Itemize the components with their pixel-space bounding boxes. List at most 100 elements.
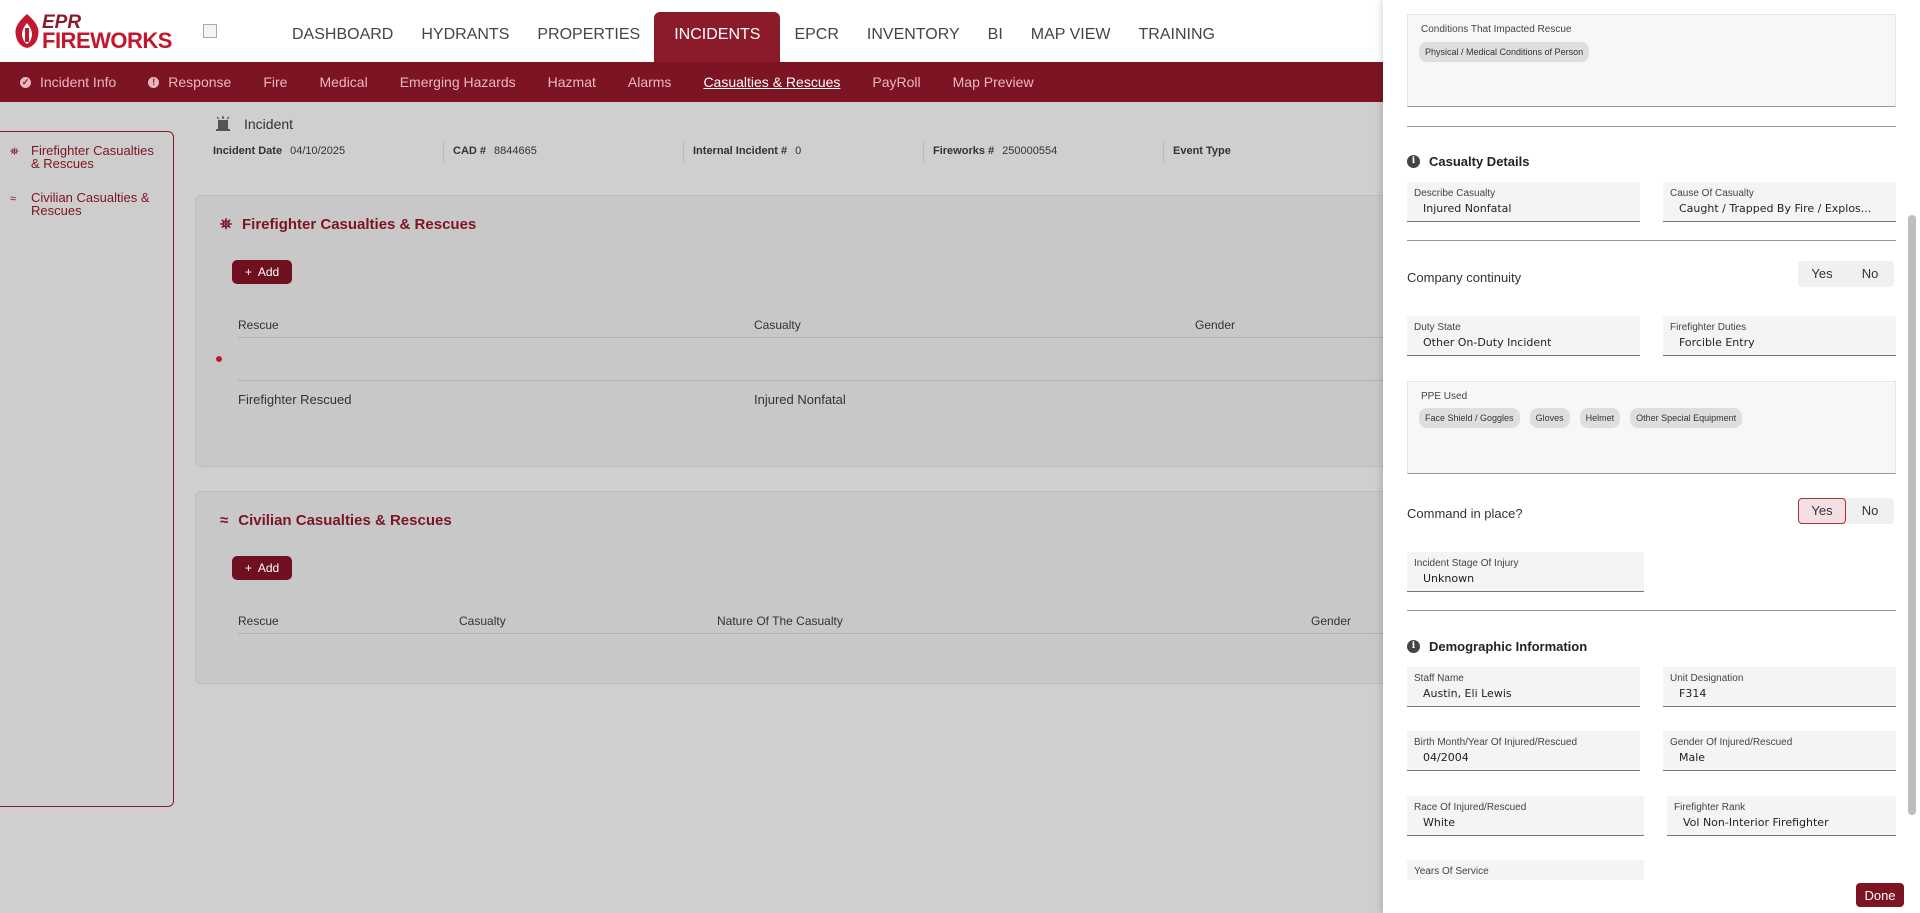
duty-state-select[interactable]: Duty State Other On-Duty Incident [1407,316,1640,356]
company-continuity-toggle: Yes No [1798,261,1894,287]
subnav-incident-info[interactable]: ✓ Incident Info [20,74,116,90]
card-title: ⛯ Firefighter Casualties & Rescues [220,216,476,233]
tag-chip[interactable]: Other Special Equipment [1630,408,1743,428]
unit-designation-select[interactable]: Unit Designation F314 [1663,667,1896,707]
divider [923,142,924,164]
section-divider [1407,240,1896,241]
add-button-label: Add [257,265,280,279]
done-button[interactable]: Done [1856,883,1904,907]
field-value: 04/2004 [1423,751,1469,764]
company-continuity-no[interactable]: No [1846,261,1894,287]
subnav-alarms[interactable]: Alarms [628,74,672,90]
subnav-payroll[interactable]: PayRoll [872,74,920,90]
section-title-text: Demographic Information [1429,639,1588,654]
demographic-information-heading: i Demographic Information [1407,639,1587,654]
company-continuity-label: Company continuity [1407,270,1522,285]
nav-bi[interactable]: BI [974,12,1017,62]
card-title-text: Firefighter Casualties & Rescues [242,216,477,233]
drawer-scrollbar[interactable] [1908,215,1916,815]
sidebar-item-label: Firefighter Casualties & Rescues [31,144,154,170]
subnav-casualties-rescues[interactable]: Casualties & Rescues [703,74,840,90]
company-continuity-yes[interactable]: Yes [1798,261,1846,287]
add-firefighter-casualty-button[interactable]: + Add [232,260,292,284]
firefighter-rank-select[interactable]: Firefighter Rank Vol Non-Interior Firefi… [1667,796,1896,836]
table-row[interactable]: Firefighter Rescued Injured Nonfatal [238,389,1418,413]
info-icon: i [1407,640,1420,653]
add-civilian-casualty-button[interactable]: + Add [232,556,292,580]
tag-list: Physical / Medical Conditions of Person [1419,42,1599,62]
subnav-medical[interactable]: Medical [319,74,367,90]
birth-month-year-input[interactable]: Birth Month/Year Of Injured/Rescued 04/2… [1407,731,1640,771]
field-value: Austin, Eli Lewis [1423,687,1512,700]
nav-epcr[interactable]: EPCR [780,12,852,62]
field-value: F314 [1679,687,1707,700]
tag-chip[interactable]: Physical / Medical Conditions of Person [1419,42,1590,62]
swimmer-icon: ≈ [10,193,17,205]
plus-icon: + [244,265,252,279]
tag-chip[interactable]: Face Shield / Goggles [1419,408,1520,428]
nav-map-view[interactable]: MAP VIEW [1017,12,1125,62]
section-divider [1407,126,1896,127]
nav-hydrants[interactable]: HYDRANTS [407,12,523,62]
firefighter-duties-select[interactable]: Firefighter Duties Forcible Entry [1663,316,1896,356]
field-label: Describe Casualty [1414,188,1496,199]
describe-casualty-select[interactable]: Describe Casualty Injured Nonfatal [1407,182,1640,222]
column-rescue: Rescue [238,614,279,628]
column-casualty: Casualty [459,614,506,628]
card-title-text: Civilian Casualties & Rescues [238,512,452,529]
card-title: ≈ Civilian Casualties & Rescues [220,512,452,529]
conditions-impacted-rescue-field[interactable]: Conditions That Impacted Rescue Physical… [1407,14,1896,107]
divider [1163,142,1164,164]
field-value: Unknown [1423,572,1475,585]
epr-fireworks-logo[interactable]: EPR FIREWORKS [14,12,172,53]
subnav-label: Response [168,74,232,90]
tag-chip[interactable]: Gloves [1529,408,1570,428]
sidebar-label-line2: & Rescues [31,156,94,171]
ppe-used-field[interactable]: PPE Used Face Shield / Goggles Gloves He… [1407,381,1896,474]
incident-title: Incident [215,116,293,132]
sidebar-item-firefighter-casualties[interactable]: ⛯ Firefighter Casualties & Rescues [10,144,170,170]
gender-select[interactable]: Gender Of Injured/Rescued Male [1663,731,1896,771]
unsaved-indicator [216,356,222,362]
subnav-fire[interactable]: Fire [263,74,287,90]
incident-title-text: Incident [244,116,294,132]
race-select[interactable]: Race Of Injured/Rescued White [1407,796,1644,836]
nav-incidents[interactable]: INCIDENTS [654,12,781,62]
command-in-place-no[interactable]: No [1846,498,1894,524]
field-value: Forcible Entry [1679,336,1755,349]
cause-of-casualty-select[interactable]: Cause Of Casualty Caught / Trapped By Fi… [1663,182,1896,222]
civilian-casualties-card: ≈ Civilian Casualties & Rescues + Add Res… [195,491,1435,684]
staff-name-select[interactable]: Staff Name Austin, Eli Lewis [1407,667,1640,707]
incident-fields: Incident Date 04/10/2025 CAD # 8844665 Int… [213,145,1413,157]
nav-dashboard[interactable]: DASHBOARD [278,12,407,62]
nav-training[interactable]: TRAINING [1125,12,1229,62]
incident-stage-of-injury-select[interactable]: Incident Stage Of Injury Unknown [1407,552,1644,592]
subnav-hazmat[interactable]: Hazmat [548,74,596,90]
nav-properties[interactable]: PROPERTIES [523,12,654,62]
command-in-place-yes[interactable]: Yes [1798,498,1846,524]
nav-inventory[interactable]: INVENTORY [853,12,974,62]
column-casualty: Casualty [754,318,801,332]
section-divider [1407,610,1896,611]
years-of-service-input[interactable]: Years Of Service [1407,860,1644,880]
incident-date-label: Incident Date [213,145,283,157]
field-value: Other On-Duty Incident [1423,336,1552,349]
subnav-map-preview[interactable]: Map Preview [953,74,1034,90]
divider [683,142,684,164]
alert-circle-icon: ! [148,76,160,88]
section-sidebar: ⛯ Firefighter Casualties & Rescues ≈ Civi… [0,131,174,807]
field-label: Gender Of Injured/Rescued [1670,737,1793,748]
field-label: PPE Used [1421,391,1468,402]
incident-date: Incident Date 04/10/2025 [213,145,453,157]
tag-chip[interactable]: Helmet [1579,408,1621,428]
field-value: White [1423,816,1455,829]
field-label: Race Of Injured/Rescued [1414,802,1527,813]
internal-value: 0 [795,145,802,157]
lifebuoy-icon: ⛯ [10,146,19,158]
sidebar-item-civilian-casualties[interactable]: ≈ Civilian Casualties & Rescues [10,191,170,217]
sidebar-item-label: Civilian Casualties & Rescues [31,191,150,217]
subnav-emerging-hazards[interactable]: Emerging Hazards [400,74,516,90]
fireworks-number: Fireworks # 250000554 [933,145,1173,157]
subnav-response[interactable]: ! Response [148,74,231,90]
incident-header: Incident Incident Date 04/10/2025 CAD # 88… [195,102,1395,168]
